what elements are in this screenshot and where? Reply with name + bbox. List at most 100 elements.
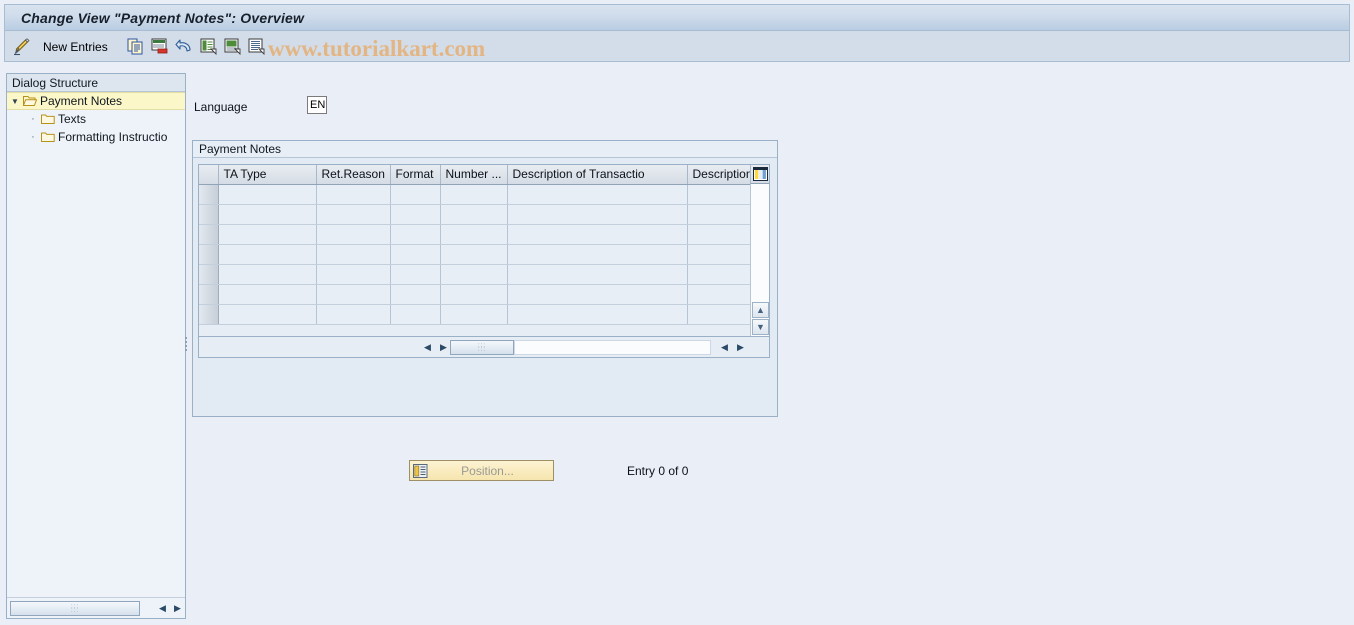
cell-number[interactable] xyxy=(440,244,508,265)
dialog-structure-tree: ▼ Payment Notes · Texts · Formatting Ins… xyxy=(7,92,185,597)
cell-description-of-transaction[interactable] xyxy=(507,284,688,305)
payment-notes-group: Payment Notes TA Type Ret.Reason Format … xyxy=(192,140,778,481)
row-selector[interactable] xyxy=(199,304,219,325)
payment-notes-table: TA Type Ret.Reason Format Number ... Des… xyxy=(198,164,770,337)
cell-number[interactable] xyxy=(440,184,508,205)
cell-number[interactable] xyxy=(440,284,508,305)
cell-ta-type[interactable] xyxy=(218,304,317,325)
sidebar-item-label: Formatting Instructio xyxy=(58,130,168,144)
cell-ret-reason[interactable] xyxy=(316,244,391,265)
sidebar-item-formatting-instructions[interactable]: · Formatting Instructio xyxy=(7,128,185,146)
select-all-column-header[interactable] xyxy=(199,165,219,185)
new-entries-button[interactable]: New Entries xyxy=(43,36,108,57)
column-header-number[interactable]: Number ... xyxy=(440,165,508,185)
sidebar-item-payment-notes[interactable]: ▼ Payment Notes xyxy=(7,92,185,110)
deselect-all-icon[interactable] xyxy=(248,36,265,57)
cell-format[interactable] xyxy=(390,204,441,225)
table-scroll-down-button[interactable]: ▼ xyxy=(752,319,769,335)
table-row[interactable] xyxy=(199,244,769,265)
column-header-ret-reason[interactable]: Ret.Reason xyxy=(316,165,391,185)
cell-ret-reason[interactable] xyxy=(316,284,391,305)
chevron-down-icon[interactable]: ▼ xyxy=(7,97,23,106)
cell-description-of-transaction[interactable] xyxy=(507,264,688,285)
table-scroll-left-button-2[interactable]: ◀ xyxy=(717,340,732,355)
cell-format[interactable] xyxy=(390,304,441,325)
sidebar-item-texts[interactable]: · Texts xyxy=(7,110,185,128)
cell-ret-reason[interactable] xyxy=(316,304,391,325)
cell-format[interactable] xyxy=(390,264,441,285)
cell-format[interactable] xyxy=(390,224,441,245)
page-title: Change View "Payment Notes": Overview xyxy=(21,10,305,26)
sidebar-scroll-thumb[interactable]: :::::: xyxy=(10,601,140,616)
row-selector[interactable] xyxy=(199,244,219,265)
sidebar-scroll-left-button[interactable]: ◀ xyxy=(155,601,170,616)
undo-icon[interactable] xyxy=(175,36,193,57)
cell-ta-type[interactable] xyxy=(218,204,317,225)
table-row[interactable] xyxy=(199,264,769,285)
cell-ta-type[interactable] xyxy=(218,264,317,285)
cell-ta-type[interactable] xyxy=(218,224,317,245)
cell-description-of-transaction[interactable] xyxy=(507,224,688,245)
main-content-area: Language EN Payment Notes TA Type Ret.Re… xyxy=(190,66,1350,619)
cell-description-of-transaction[interactable] xyxy=(507,244,688,265)
table-row[interactable] xyxy=(199,204,769,225)
dialog-structure-panel: Dialog Structure ▼ Payment Notes · Texts… xyxy=(6,73,186,619)
column-header-description-of-transaction[interactable]: Description of Transactio xyxy=(507,165,688,185)
select-all-icon[interactable] xyxy=(200,36,217,57)
row-selector[interactable] xyxy=(199,184,219,205)
table-scroll-up-button[interactable]: ▲ xyxy=(752,302,769,318)
row-selector[interactable] xyxy=(199,264,219,285)
cell-ta-type[interactable] xyxy=(218,284,317,305)
position-button[interactable]: Position... xyxy=(409,460,554,481)
copy-as-icon[interactable] xyxy=(127,36,144,57)
cell-number[interactable] xyxy=(440,264,508,285)
cell-ret-reason[interactable] xyxy=(316,184,391,205)
table-scroll-left-button[interactable]: ◀ xyxy=(420,340,435,355)
sap-gui-window: Change View "Payment Notes": Overview Ne… xyxy=(0,0,1354,625)
table-body xyxy=(199,184,769,325)
delete-icon[interactable] xyxy=(151,36,168,57)
cell-description-of-transaction[interactable] xyxy=(507,304,688,325)
table-row[interactable] xyxy=(199,304,769,325)
entry-count-status: Entry 0 of 0 xyxy=(627,464,689,478)
folder-icon xyxy=(41,131,58,143)
table-horizontal-scrollbar[interactable]: ◀ ▶ :::::: ◀ ▶ xyxy=(198,337,770,358)
table-row[interactable] xyxy=(199,284,769,305)
sidebar-scroll-right-button[interactable]: ▶ xyxy=(170,601,185,616)
language-input[interactable]: EN xyxy=(307,96,327,114)
cell-format[interactable] xyxy=(390,244,441,265)
cell-description-of-transaction[interactable] xyxy=(507,184,688,205)
sidebar-horizontal-scrollbar[interactable]: :::::: ◀ ▶ xyxy=(7,597,185,618)
table-vertical-scrollbar[interactable]: ▲ ▼ xyxy=(750,184,769,336)
cell-ta-type[interactable] xyxy=(218,244,317,265)
select-block-icon[interactable] xyxy=(224,36,241,57)
row-selector[interactable] xyxy=(199,284,219,305)
table-header-row: TA Type Ret.Reason Format Number ... Des… xyxy=(199,165,769,185)
table-scroll-track[interactable] xyxy=(514,340,711,355)
table-settings-icon[interactable] xyxy=(750,165,769,184)
table-scroll-right-button[interactable]: ▶ xyxy=(436,340,451,355)
panel-splitter-handle[interactable] xyxy=(184,335,188,353)
cell-format[interactable] xyxy=(390,284,441,305)
column-header-ta-type[interactable]: TA Type xyxy=(218,165,317,185)
row-selector[interactable] xyxy=(199,224,219,245)
cell-ret-reason[interactable] xyxy=(316,264,391,285)
cell-description-of-transaction[interactable] xyxy=(507,204,688,225)
cell-ta-type[interactable] xyxy=(218,184,317,205)
cell-format[interactable] xyxy=(390,184,441,205)
row-selector[interactable] xyxy=(199,204,219,225)
cell-number[interactable] xyxy=(440,204,508,225)
cell-ret-reason[interactable] xyxy=(316,204,391,225)
application-toolbar: New Entries xyxy=(4,31,1350,62)
table-row[interactable] xyxy=(199,184,769,205)
cell-ret-reason[interactable] xyxy=(316,224,391,245)
table-scroll-right-button-2[interactable]: ▶ xyxy=(733,340,748,355)
display-change-icon[interactable] xyxy=(13,36,32,57)
column-header-format[interactable]: Format xyxy=(390,165,441,185)
cell-number[interactable] xyxy=(440,224,508,245)
cell-number[interactable] xyxy=(440,304,508,325)
table-scroll-thumb[interactable]: :::::: xyxy=(450,340,514,355)
dialog-structure-header: Dialog Structure xyxy=(7,74,185,92)
table-row[interactable] xyxy=(199,224,769,245)
tree-bullet-icon: · xyxy=(31,113,35,125)
